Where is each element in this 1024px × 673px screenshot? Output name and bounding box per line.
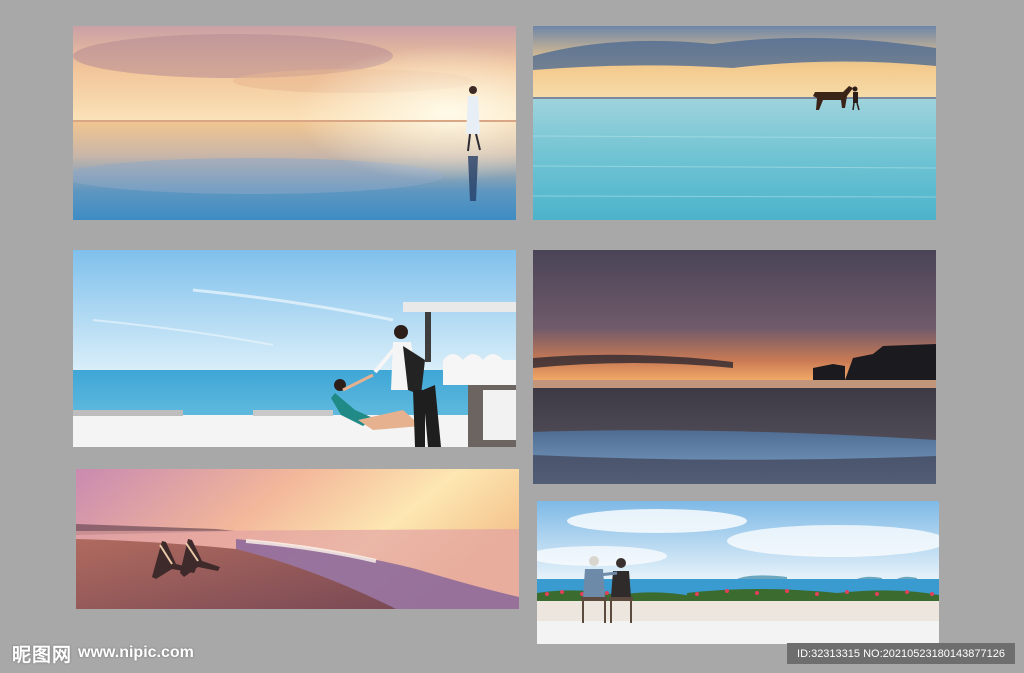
nipic-watermark-logo: 昵图网 www.nipic.com: [12, 640, 194, 666]
photo-woman-sunset-reflection: [73, 26, 516, 220]
site-name-cn: 昵图网: [12, 644, 73, 666]
photo-dusk-beach-cliffs: [533, 250, 936, 484]
site-url: www.nipic.com: [78, 644, 194, 661]
photo-horse-shallow-water: [533, 26, 936, 220]
image-id-bar: ID:32313315 NO:20210523180143877126: [787, 643, 1015, 664]
photo-beach-chairs-sunset: [76, 469, 519, 609]
photo-couple-seaside-terrace: [537, 501, 939, 644]
photo-couple-poolside-toast: [73, 250, 516, 447]
image-id-text: ID:32313315 NO:20210523180143877126: [797, 647, 1005, 660]
